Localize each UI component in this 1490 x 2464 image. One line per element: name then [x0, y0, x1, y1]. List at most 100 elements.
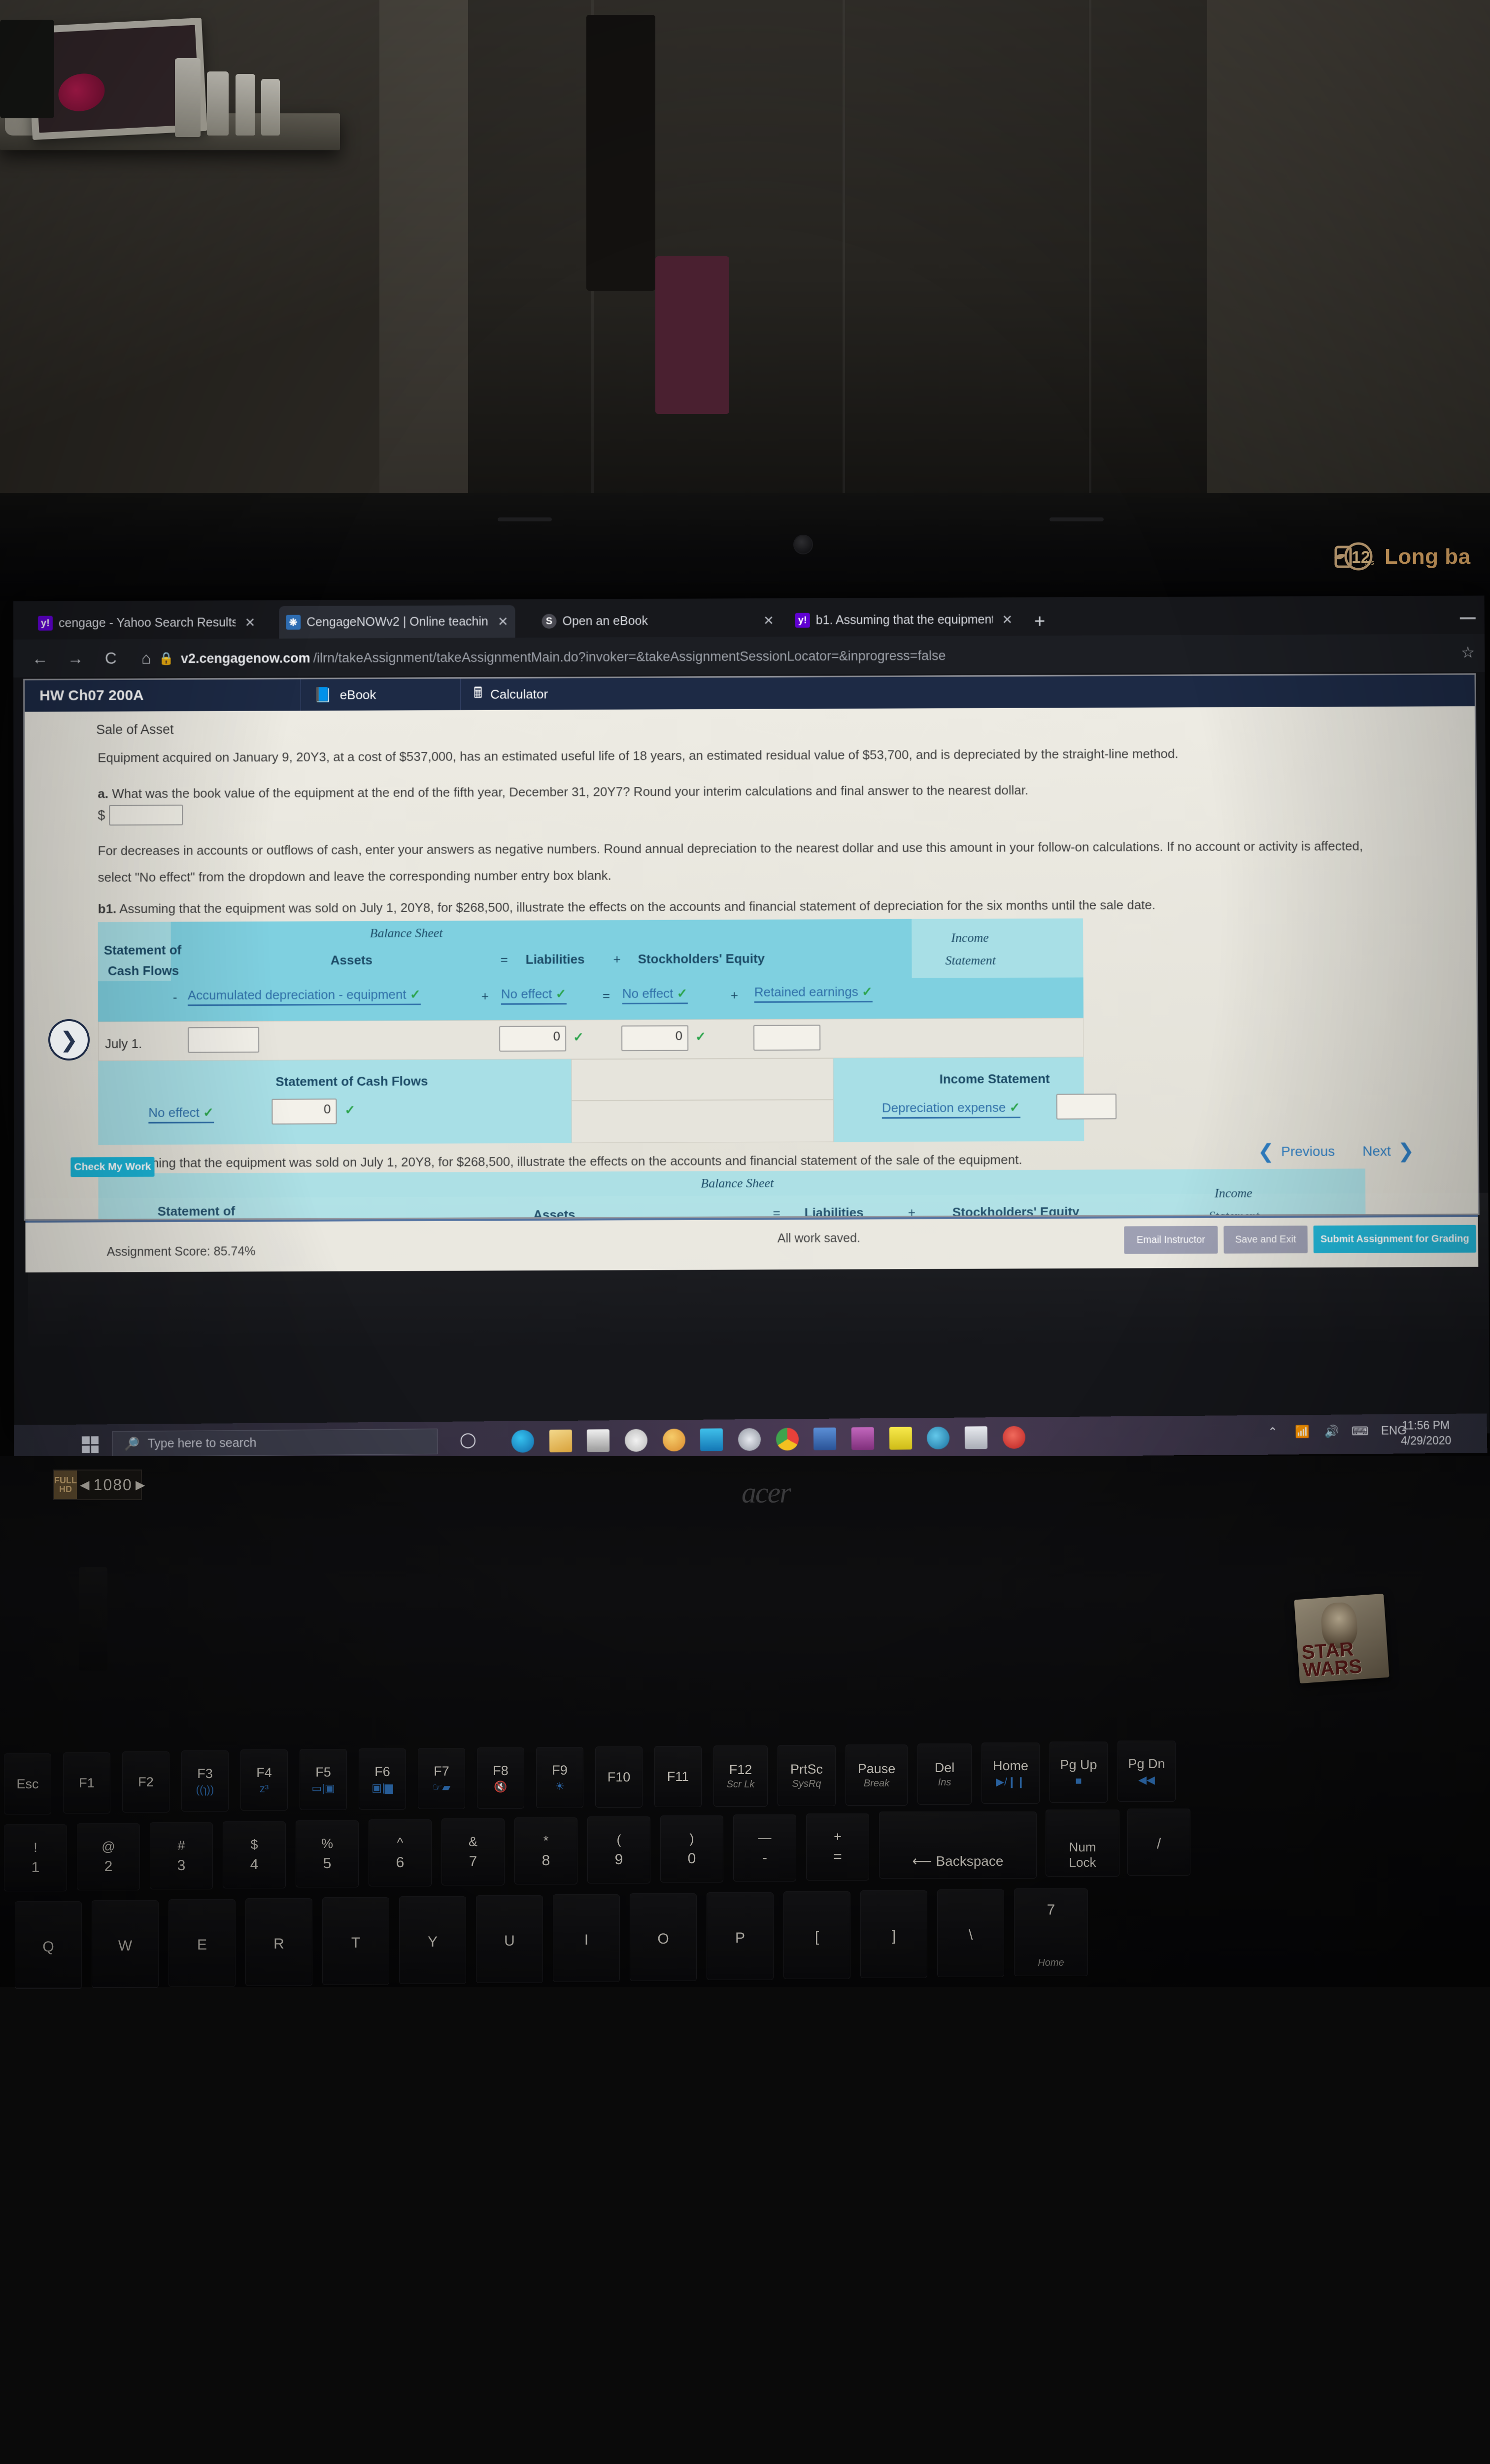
submit-assignment-button[interactable]: Submit Assignment for Grading	[1314, 1225, 1477, 1253]
key-bracket-right[interactable]: ]	[860, 1890, 927, 1978]
reload-icon[interactable]: C	[93, 649, 129, 667]
internet-explorer-icon[interactable]	[927, 1427, 949, 1449]
onenote-icon[interactable]	[851, 1427, 874, 1450]
b1-dropdown-assets[interactable]: Accumulated depreciation - equipment ✓	[188, 987, 421, 1006]
windows-start-icon[interactable]	[82, 1436, 99, 1453]
touchpad-edge[interactable]	[79, 1567, 107, 1671]
b1-scf-dropdown[interactable]: No effect ✓	[148, 1105, 214, 1124]
close-icon[interactable]: ✕	[1002, 612, 1013, 627]
key-f4[interactable]: F4z³	[240, 1749, 288, 1811]
key-7[interactable]: &7	[441, 1818, 505, 1885]
key-t[interactable]: T	[322, 1897, 389, 1985]
key-f5[interactable]: F5▭|▣	[300, 1749, 347, 1810]
key-numpad-7-home[interactable]: 7Home	[1014, 1888, 1088, 1976]
new-tab-button[interactable]: +	[1034, 611, 1045, 632]
key-f3[interactable]: F3((ɿ))	[181, 1750, 229, 1812]
file-explorer-icon[interactable]	[549, 1430, 572, 1452]
key-f6[interactable]: F6▣|▆	[359, 1748, 406, 1810]
key-f2[interactable]: F2	[122, 1751, 169, 1813]
calculator-button[interactable]: 🖩 Calculator	[460, 678, 620, 710]
b1-dropdown-equity-1[interactable]: No effect ✓	[622, 986, 688, 1004]
opera-icon[interactable]	[1003, 1426, 1025, 1449]
tray-expand-icon[interactable]: ⌃	[1268, 1425, 1278, 1439]
key-f8[interactable]: F8🔇	[477, 1747, 524, 1809]
key-f7[interactable]: F7☞▰	[418, 1748, 465, 1809]
key-minus[interactable]: —-	[733, 1814, 796, 1882]
key-esc[interactable]: Esc	[4, 1753, 51, 1814]
b1-liabilities-input[interactable]: 0	[499, 1026, 566, 1052]
check-my-work-button[interactable]: Check My Work	[70, 1157, 154, 1177]
browser-tab-2[interactable]: S Open an eBook ✕	[535, 604, 781, 638]
key-pgdn[interactable]: Pg Dn◀◀	[1118, 1741, 1176, 1802]
email-instructor-button[interactable]: Email Instructor	[1124, 1226, 1218, 1254]
key-pgup[interactable]: Pg Up■	[1050, 1742, 1108, 1803]
word-icon[interactable]	[813, 1428, 836, 1450]
keyboard-icon[interactable]: ⌨	[1352, 1424, 1369, 1438]
expand-panel-button[interactable]: ❯	[48, 1019, 90, 1061]
b1-is-input[interactable]	[1056, 1094, 1117, 1120]
key-i[interactable]: I	[553, 1894, 620, 1982]
b1-equity-input-1[interactable]: 0	[621, 1025, 688, 1051]
key-5[interactable]: %5	[296, 1820, 359, 1887]
key-u[interactable]: U	[476, 1895, 543, 1983]
key-equals[interactable]: +=	[806, 1814, 869, 1881]
next-button[interactable]: Next	[1362, 1143, 1391, 1159]
back-icon[interactable]: ←	[22, 649, 58, 668]
key-y[interactable]: Y	[399, 1896, 466, 1984]
browser-tab-1[interactable]: ❋ CengageNOWv2 | Online teaching ✕	[279, 605, 515, 639]
key-q[interactable]: Q	[15, 1901, 82, 1989]
orange-app-icon[interactable]	[663, 1429, 685, 1451]
key-e[interactable]: E	[169, 1899, 236, 1987]
answer-a-input[interactable]	[109, 805, 183, 826]
ebook-button[interactable]: 📘 eBook	[300, 679, 460, 711]
key-f9[interactable]: F9☀	[536, 1747, 583, 1808]
browser-tab-0[interactable]: y! cengage - Yahoo Search Results ✕	[31, 606, 262, 640]
edge-icon[interactable]	[511, 1430, 534, 1452]
key-backslash[interactable]: \	[937, 1889, 1004, 1977]
taskbar-clock[interactable]: 11:56 PM 4/29/2020	[1401, 1418, 1452, 1449]
volume-icon[interactable]: 🔊	[1324, 1425, 1339, 1439]
sticky-notes-icon[interactable]	[889, 1427, 912, 1449]
key-8[interactable]: *8	[514, 1817, 577, 1884]
key-4[interactable]: $4	[223, 1821, 286, 1888]
b1-is-dropdown[interactable]: Depreciation expense ✓	[882, 1100, 1020, 1119]
b1-assets-input[interactable]	[188, 1027, 259, 1053]
chrome-icon[interactable]	[776, 1428, 799, 1450]
key-prtsc[interactable]: PrtScSysRq	[778, 1745, 836, 1806]
previous-button[interactable]: Previous	[1281, 1144, 1335, 1160]
close-icon[interactable]: ✕	[498, 614, 508, 629]
key-f1[interactable]: F1	[63, 1752, 110, 1814]
cortana-icon[interactable]: ◯	[460, 1431, 476, 1448]
key-0[interactable]: )0	[660, 1815, 723, 1882]
chevron-left-icon[interactable]: ❮	[1257, 1140, 1274, 1163]
calculator-app-icon[interactable]	[587, 1429, 610, 1452]
key-backspace[interactable]: ⟵ Backspace	[879, 1812, 1037, 1879]
chevron-right-icon[interactable]: ❯	[1398, 1140, 1415, 1163]
camera-icon[interactable]	[738, 1428, 761, 1451]
b1-scf-input[interactable]: 0	[271, 1098, 337, 1125]
wifi-icon[interactable]: 📶	[1295, 1425, 1310, 1439]
key-f10[interactable]: F10	[595, 1746, 643, 1808]
mail-icon[interactable]	[965, 1426, 987, 1449]
key-r[interactable]: R	[245, 1898, 312, 1986]
b1-retained-earnings-input[interactable]	[753, 1025, 820, 1051]
key-o[interactable]: O	[630, 1893, 697, 1981]
media-icon[interactable]	[625, 1429, 647, 1452]
key-slash[interactable]: /	[1127, 1809, 1190, 1876]
forward-icon[interactable]: →	[58, 649, 93, 668]
key-f12[interactable]: F12Scr Lk	[713, 1745, 768, 1807]
bookmark-star-icon[interactable]: ☆	[1461, 644, 1475, 661]
key-2[interactable]: @2	[77, 1823, 140, 1890]
key-numlock[interactable]: NumLock	[1046, 1810, 1119, 1877]
b1-dropdown-liabilities[interactable]: No effect ✓	[501, 986, 567, 1005]
key-bracket-left[interactable]: [	[783, 1891, 850, 1979]
window-minimize-button[interactable]	[1460, 617, 1476, 619]
key-f11[interactable]: F11	[654, 1746, 702, 1807]
key-1[interactable]: !1	[4, 1824, 67, 1891]
key-home[interactable]: Home▶/❙❙	[982, 1743, 1040, 1804]
key-p[interactable]: P	[707, 1892, 774, 1980]
address-bar[interactable]: 🔒 v2.cengagenow.com /ilrn/takeAssignment…	[159, 642, 1438, 671]
key-3[interactable]: #3	[150, 1822, 213, 1889]
key-pause[interactable]: PauseBreak	[846, 1745, 908, 1806]
key-9[interactable]: (9	[587, 1816, 650, 1883]
